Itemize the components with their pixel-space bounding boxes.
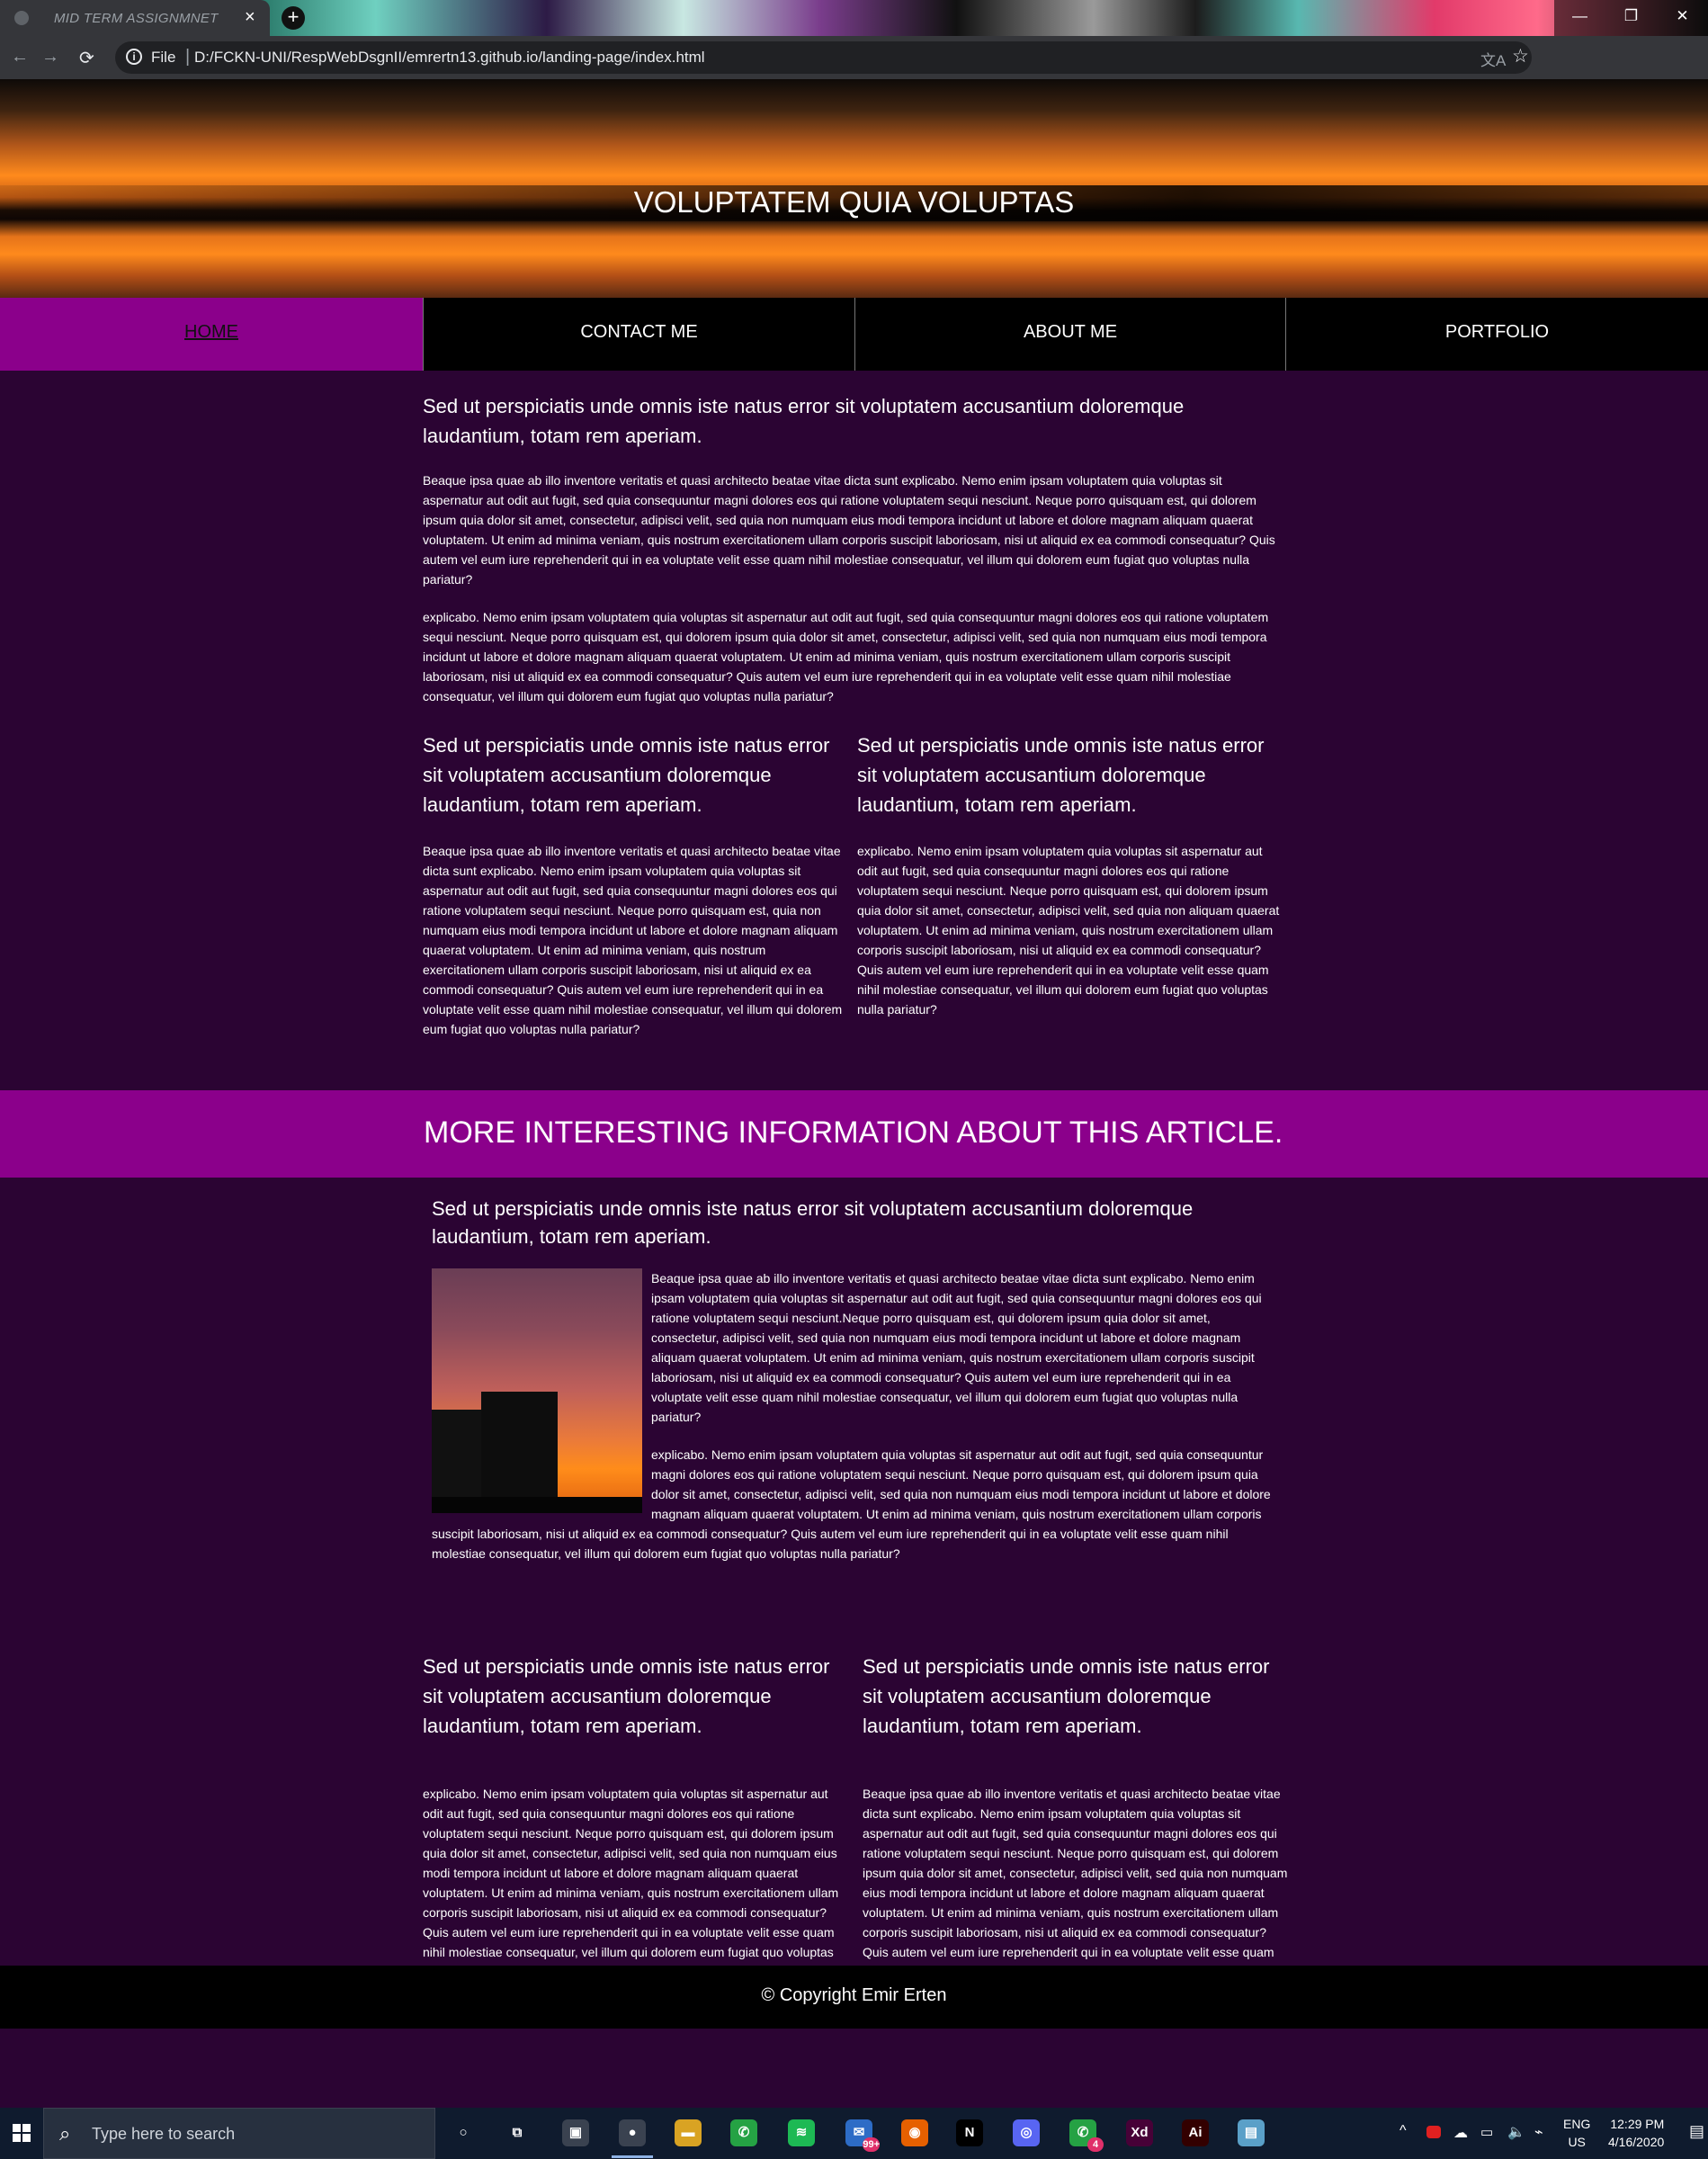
intro-paragraph-1: Beaque ipsa quae ab illo inventore verit… — [423, 473, 1275, 587]
site-info-icon[interactable]: i — [126, 49, 142, 65]
windows-taskbar: ⌕ Type here to search ○ ⧉ ▣ ● ▬ ✆ ≋ ✉ 99+ ◉ N ◎ ✆ 4 Xd… — [0, 2108, 1708, 2159]
column-right: Sed ut perspiciatis unde omnis iste natu… — [863, 1652, 1288, 2002]
reload-icon[interactable]: ⟳ — [79, 47, 94, 69]
window-controls: — ❐ ✕ — [1554, 0, 1708, 36]
battery-icon[interactable]: ▭ — [1480, 2124, 1493, 2140]
forward-icon[interactable]: → — [41, 47, 59, 67]
network-icon[interactable]: ⌁ — [1534, 2123, 1543, 2141]
whatsapp-icon[interactable]: ✆ — [730, 2119, 757, 2146]
address-bar[interactable]: i File | D:/FCKN-UNI/RespWebDsgnII/emrer… — [115, 41, 1532, 74]
article-section: Sed ut perspiciatis unde omnis iste natu… — [432, 1195, 1273, 1563]
sunset-building-photo — [432, 1268, 642, 1513]
copyright-text: © Copyright Emir Erten — [761, 1985, 947, 2005]
search-placeholder: Type here to search — [92, 2125, 236, 2143]
mail-glyph: ✉ — [853, 2125, 865, 2140]
tab-close-icon[interactable]: × — [245, 7, 255, 28]
system-clock[interactable]: 12:29 PM 4/16/2020 — [1608, 2115, 1664, 2151]
language-indicator[interactable]: ENG US — [1563, 2115, 1590, 2151]
browser-tab-strip: MID TERM ASSIGNMNET × + — ❐ ✕ — [0, 0, 1708, 36]
browser-tab[interactable]: MID TERM ASSIGNMNET × — [0, 0, 270, 36]
file-explorer-icon[interactable]: ▬ — [675, 2119, 702, 2146]
firefox-icon[interactable]: ◉ — [901, 2119, 928, 2146]
search-icon: ⌕ — [59, 2122, 71, 2145]
mail-icon[interactable]: ✉ 99+ — [845, 2119, 880, 2152]
whatsapp-2-glyph: ✆ — [1077, 2125, 1089, 2140]
restore-button[interactable]: ❐ — [1605, 0, 1657, 36]
browser-toolbar: ← → ⟳ i File | D:/FCKN-UNI/RespWebDsgnII… — [0, 36, 1708, 104]
column-text: Beaque ipsa quae ab illo inventore verit… — [423, 844, 843, 1036]
badge: 4 — [1087, 2137, 1104, 2152]
intro-paragraph-2: explicabo. Nemo enim ipsam voluptatem qu… — [423, 610, 1269, 703]
screen: MID TERM ASSIGNMNET × + — ❐ ✕ ← → ⟳ i Fi… — [0, 0, 1708, 2159]
volume-icon[interactable]: 🔈 — [1507, 2123, 1525, 2141]
column-text: explicabo. Nemo enim ipsam voluptatem qu… — [423, 1787, 839, 1979]
nav-contact[interactable]: CONTACT ME — [424, 298, 855, 371]
intro-heading: Sed ut perspiciatis unde omnis iste natu… — [423, 395, 1185, 447]
discord-icon[interactable]: ◎ — [1013, 2119, 1040, 2146]
column-heading: Sed ut perspiciatis unde omnis iste natu… — [423, 734, 830, 816]
whatsapp-2-icon[interactable]: ✆ 4 — [1069, 2119, 1104, 2152]
store-icon[interactable]: ▣ — [562, 2119, 589, 2146]
ground-silhouette — [432, 1497, 642, 1513]
webpage: VOLUPTATEM QUIA VOLUPTAS HOME CONTACT ME… — [0, 79, 1708, 2045]
start-button[interactable] — [0, 2108, 43, 2159]
badge: 99+ — [863, 2137, 880, 2152]
nav-portfolio[interactable]: PORTFOLIO — [1286, 298, 1708, 371]
article-heading: Sed ut perspiciatis unde omnis iste natu… — [432, 1197, 1194, 1248]
column-heading: Sed ut perspiciatis unde omnis iste natu… — [423, 1655, 830, 1737]
windows-logo-icon — [13, 2134, 21, 2142]
chrome-icon[interactable]: ● — [612, 2119, 653, 2158]
globe-icon — [14, 11, 29, 25]
task-view-icon[interactable]: ⧉ — [504, 2119, 531, 2146]
cortana-icon[interactable]: ○ — [450, 2119, 477, 2146]
minimize-button[interactable]: — — [1554, 0, 1605, 36]
notifications-icon[interactable]: ▤ — [1689, 2122, 1704, 2141]
new-tab-button[interactable]: + — [282, 6, 305, 30]
notes-icon[interactable]: ▤ — [1238, 2119, 1265, 2146]
column-heading: Sed ut perspiciatis unde omnis iste natu… — [863, 1655, 1270, 1737]
address-separator: | — [185, 47, 191, 67]
netflix-icon[interactable]: N — [956, 2119, 983, 2146]
column-left: Sed ut perspiciatis unde omnis iste natu… — [423, 1652, 848, 1982]
section-banner: MORE INTERESTING INFORMATION ABOUT THIS … — [0, 1090, 1708, 1178]
tray-chevron-icon[interactable]: ^ — [1399, 2123, 1407, 2139]
clock-date: 4/16/2020 — [1608, 2135, 1665, 2149]
nav-about[interactable]: ABOUT ME — [855, 298, 1286, 371]
hero-title: VOLUPTATEM QUIA VOLUPTAS — [633, 185, 1075, 219]
tray-app-icon[interactable] — [1426, 2126, 1441, 2138]
spotify-icon[interactable]: ≋ — [788, 2119, 815, 2146]
bookmark-star-icon[interactable]: ☆ — [1512, 45, 1529, 67]
back-icon[interactable]: ← — [11, 47, 29, 67]
hero-banner: VOLUPTATEM QUIA VOLUPTAS — [0, 79, 1708, 298]
keyboard-layout: US — [1568, 2135, 1586, 2149]
building-silhouette — [481, 1392, 558, 1513]
windows-logo-icon — [22, 2134, 31, 2142]
page-footer: © Copyright Emir Erten — [0, 1966, 1708, 2029]
column-heading: Sed ut perspiciatis unde omnis iste natu… — [857, 734, 1265, 816]
adobe-illustrator-icon[interactable]: Ai — [1182, 2119, 1209, 2146]
language-code: ENG — [1563, 2117, 1591, 2131]
taskbar-search[interactable]: ⌕ Type here to search — [43, 2108, 435, 2159]
scheme-label: File — [151, 49, 176, 66]
windows-logo-icon — [13, 2124, 21, 2132]
nav-home[interactable]: HOME — [0, 298, 424, 371]
windows-logo-icon — [22, 2124, 31, 2132]
column-text: explicabo. Nemo enim ipsam voluptatem qu… — [857, 844, 1280, 1017]
column-right: Sed ut perspiciatis unde omnis iste natu… — [857, 730, 1283, 1019]
translate-icon[interactable]: 文A — [1480, 48, 1506, 70]
close-window-button[interactable]: ✕ — [1657, 0, 1708, 36]
banner-title: MORE INTERESTING INFORMATION ABOUT THIS … — [424, 1115, 1283, 1150]
adobe-xd-icon[interactable]: Xd — [1126, 2119, 1153, 2146]
intro-section: Sed ut perspiciatis unde omnis iste natu… — [423, 391, 1283, 706]
column-left: Sed ut perspiciatis unde omnis iste natu… — [423, 730, 848, 1039]
onedrive-icon[interactable]: ☁ — [1453, 2124, 1468, 2142]
clock-time: 12:29 PM — [1610, 2117, 1665, 2131]
main-nav: HOME CONTACT ME ABOUT ME PORTFOLIO — [0, 298, 1708, 371]
tab-title: MID TERM ASSIGNMNET — [54, 11, 219, 26]
url-text[interactable]: D:/FCKN-UNI/RespWebDsgnII/emrertn13.gith… — [194, 49, 705, 67]
